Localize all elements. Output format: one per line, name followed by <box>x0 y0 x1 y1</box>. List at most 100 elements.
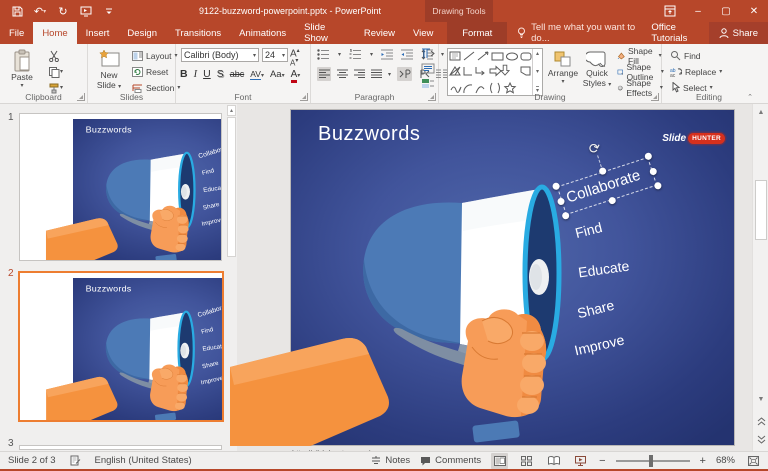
scroll-up-icon: ▲ <box>757 108 765 116</box>
editor-scrollbar[interactable]: ▲ ▼ <box>752 104 768 451</box>
minimize-button[interactable]: – <box>684 0 712 22</box>
text-direction-ltr-icon[interactable] <box>397 67 413 81</box>
slide-title: Buzzwords <box>85 125 132 135</box>
font-color-button[interactable]: A▾ <box>290 68 300 83</box>
layout-button[interactable]: Layout ▾ <box>132 48 178 63</box>
logo-hunter-badge: HUNTER <box>688 133 725 144</box>
share-button[interactable]: Share <box>708 22 768 44</box>
window-title: 9122-buzzword-powerpoint.pptx - PowerPoi… <box>198 6 382 16</box>
tab-insert[interactable]: Insert <box>77 22 119 44</box>
arrange-button[interactable]: Arrange ▾ <box>547 46 579 86</box>
align-center-icon[interactable] <box>337 69 348 79</box>
reset-button[interactable]: Reset <box>132 64 168 79</box>
tab-review[interactable]: Review <box>355 22 404 44</box>
text-direction-button[interactable] <box>421 48 435 59</box>
quick-styles-button[interactable]: Quick Styles ▾ <box>581 46 613 89</box>
align-text-button[interactable] <box>421 63 435 74</box>
italic-button[interactable]: I <box>194 69 198 80</box>
align-left-icon[interactable] <box>317 67 331 81</box>
paragraph-group: ▾ ▾ ▾ ▾ ▾ Paragraph <box>311 44 457 103</box>
normal-view-button[interactable] <box>491 452 509 469</box>
increase-indent-icon[interactable] <box>401 49 414 60</box>
cut-icon[interactable] <box>46 48 61 63</box>
text-shadow-button[interactable]: S <box>217 68 224 80</box>
bold-button[interactable]: B <box>180 68 188 80</box>
find-button[interactable]: Find <box>670 48 701 63</box>
font-size-combo[interactable]: 24 ▾ <box>262 48 288 62</box>
megaphone-graphic <box>46 310 195 420</box>
convert-to-smartart-button[interactable] <box>421 78 435 89</box>
new-slide-button[interactable]: New Slide ▾ <box>90 46 128 91</box>
drawing-dialog-launcher[interactable] <box>651 93 659 101</box>
tab-format[interactable]: Format <box>447 22 508 44</box>
tab-view[interactable]: View <box>404 22 442 44</box>
tab-transitions[interactable]: Transitions <box>166 22 230 44</box>
save-icon[interactable] <box>10 4 24 18</box>
zoom-slider-thumb[interactable] <box>648 454 653 467</box>
underline-button[interactable]: U <box>203 68 211 80</box>
reading-view-button[interactable] <box>545 453 562 469</box>
slide-background <box>73 119 221 260</box>
language-indicator[interactable]: English (United States) <box>95 455 192 466</box>
character-spacing-button[interactable]: AV▾ <box>250 69 264 80</box>
tell-me-box[interactable]: Tell me what you want to do... <box>517 22 639 44</box>
tab-file[interactable]: File <box>0 22 33 44</box>
font-dialog-launcher[interactable] <box>300 93 308 101</box>
tab-animations[interactable]: Animations <box>230 22 295 44</box>
zoom-slider[interactable] <box>615 454 690 467</box>
slide-counter[interactable]: Slide 2 of 3 <box>8 455 56 466</box>
slide-sorter-view-button[interactable] <box>518 453 535 469</box>
paste-button[interactable]: Paste ▾ <box>6 46 38 90</box>
zoom-in-button[interactable]: + <box>700 455 706 467</box>
slide-thumbnail-2[interactable]: Buzzwords Slide HUNTER Collaborate Find … <box>18 271 224 422</box>
font-name-combo[interactable]: Calibri (Body) ▾ <box>181 48 259 62</box>
zoom-level[interactable]: 68% <box>716 455 735 466</box>
tab-design[interactable]: Design <box>118 22 166 44</box>
undo-icon[interactable]: ↶ ▾ <box>33 4 47 18</box>
replace-button[interactable]: ab ac Replace ▾ <box>670 64 722 79</box>
maximize-button[interactable]: ▢ <box>712 0 740 22</box>
office-tutorials-link[interactable]: Office Tutorials <box>639 22 708 44</box>
slide-canvas[interactable]: Buzzwords Slide HUNTER Collaborate Find … <box>46 278 224 420</box>
shrink-font-icon[interactable]: A▾ <box>290 57 298 68</box>
slide-canvas[interactable]: Buzzwords Slide HUNTER Collaborate ⟳ Fin… <box>230 109 735 446</box>
thumbnail-number-1: 1 <box>8 112 14 123</box>
strikethrough-button[interactable]: abc <box>230 69 245 79</box>
start-from-beginning-icon[interactable] <box>79 4 93 18</box>
buzzword-find: Find <box>200 325 214 336</box>
copy-icon[interactable] <box>46 64 61 79</box>
comments-button[interactable]: Comments <box>420 455 481 466</box>
slide-show-button[interactable] <box>572 453 589 469</box>
previous-slide-icon <box>753 414 768 428</box>
slide-thumbnail-3[interactable]: Buzzwords Slide HUNTER Collaborate Find … <box>19 445 222 450</box>
clipboard-dialog-launcher[interactable] <box>77 93 85 101</box>
collapse-ribbon-icon[interactable]: ⌃ <box>747 93 753 101</box>
fit-slide-to-window-button[interactable] <box>745 453 762 469</box>
slide-background <box>73 278 222 420</box>
buzzword-collaborate-thumb: Collaborate <box>197 142 222 160</box>
paragraph-dialog-launcher[interactable] <box>428 93 436 101</box>
close-button[interactable]: ✕ <box>740 0 768 22</box>
change-case-button[interactable]: Aa▾ <box>270 69 285 80</box>
editing-group: Find ab ac Replace ▾ Select ▾ Editing ⌃ <box>662 44 756 103</box>
justify-icon[interactable] <box>371 69 382 79</box>
shapes-gallery-scrollbar[interactable]: ▴ ▾ ▾ <box>532 49 542 95</box>
slide-title[interactable]: Buzzwords <box>318 123 420 146</box>
megaphone-graphic[interactable] <box>230 109 735 446</box>
decrease-indent-icon[interactable] <box>381 49 394 60</box>
slide-thumbnail-1[interactable]: Buzzwords Slide HUNTER Collaborate Find … <box>19 113 222 261</box>
slide-canvas[interactable]: Buzzwords Slide HUNTER Collaborate Find … <box>45 119 222 260</box>
spell-check-icon[interactable] <box>70 455 81 466</box>
bullets-icon[interactable] <box>317 49 330 60</box>
tab-slide-show[interactable]: Slide Show <box>295 22 355 44</box>
shapes-gallery[interactable]: ▴ ▾ ▾ <box>447 48 543 96</box>
align-right-icon[interactable] <box>354 69 365 79</box>
zoom-out-button[interactable]: − <box>599 455 605 467</box>
notes-button[interactable]: Notes <box>371 455 410 466</box>
numbering-icon[interactable] <box>349 49 362 60</box>
tab-home[interactable]: Home <box>33 22 77 44</box>
buzzword-improve: Improve <box>199 374 224 386</box>
ribbon-display-options-icon[interactable] <box>656 0 684 22</box>
customize-qat-icon[interactable] <box>102 4 116 18</box>
redo-icon[interactable]: ↻ <box>56 4 70 18</box>
